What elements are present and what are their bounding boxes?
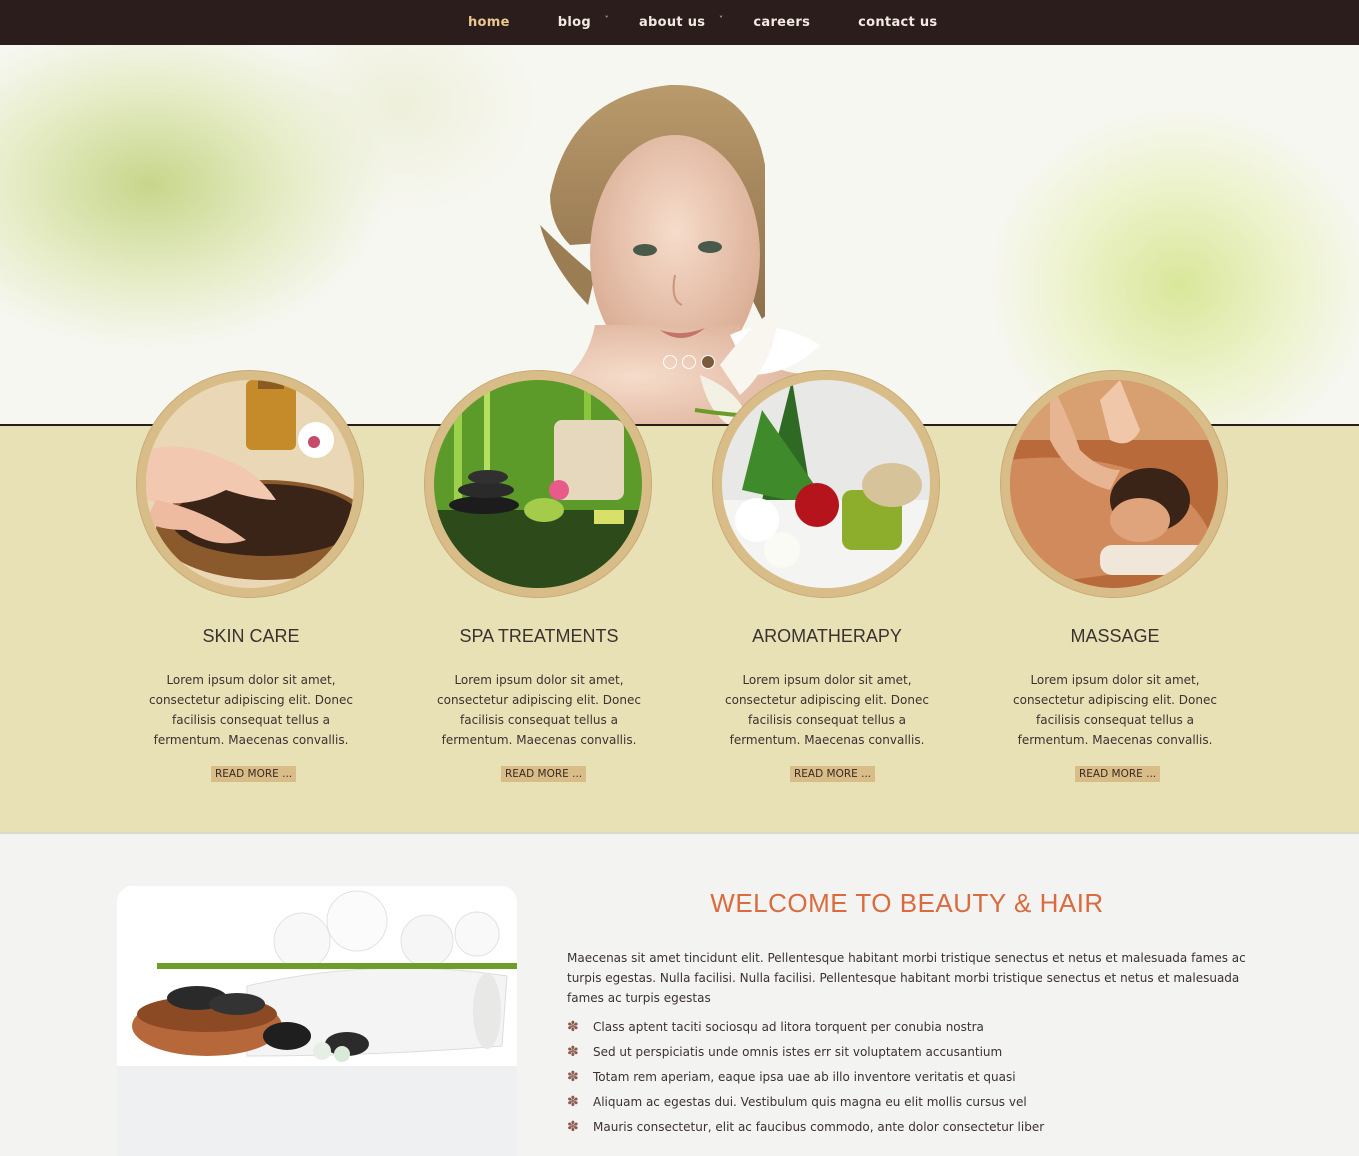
feature-image-frame bbox=[712, 370, 940, 598]
read-more-button[interactable]: READ MORE ... bbox=[790, 766, 876, 782]
feature-title: AROMATHERAPY bbox=[752, 626, 902, 646]
nav-item-contact-us[interactable]: contact us bbox=[834, 0, 961, 45]
top-navigation: home blog ˅ about us ˅ careers contact us bbox=[0, 0, 1359, 45]
flower-icon: ✽ bbox=[567, 1118, 579, 1135]
feature-text: Lorem ipsum dolor sit amet, consectetur … bbox=[437, 673, 641, 747]
nav-item-blog[interactable]: blog ˅ bbox=[534, 0, 615, 45]
feature-image-frame bbox=[1000, 370, 1228, 598]
slider-pagination bbox=[663, 355, 715, 369]
list-item: ✽ Totam rem aperiam, eaque ipsa uae ab il… bbox=[567, 1064, 1267, 1089]
feature-image-frame bbox=[136, 370, 364, 598]
welcome-bullet-list: ✽ Class aptent taciti sociosqu ad litora … bbox=[567, 1014, 1267, 1139]
feature-title: SKIN CARE bbox=[202, 626, 300, 646]
flower-icon: ✽ bbox=[567, 1093, 579, 1110]
list-item: ✽ Mauris consectetur, elit ac faucibus co… bbox=[567, 1114, 1267, 1139]
feature-title: SPA TREATMENTS bbox=[459, 626, 619, 646]
welcome-text: Maecenas sit amet tincidunt elit. Pellen… bbox=[567, 951, 1246, 1005]
feature-text: Lorem ipsum dolor sit amet, consectetur … bbox=[149, 673, 353, 747]
flower-icon: ✽ bbox=[567, 1043, 579, 1060]
list-item: ✽ Aliquam ac egestas dui. Vestibulum quis… bbox=[567, 1089, 1267, 1114]
nav-label: blog bbox=[557, 15, 591, 30]
bullet-text: Class aptent taciti sociosqu ad litora t… bbox=[593, 1019, 984, 1034]
feature-image-frame bbox=[424, 370, 652, 598]
nav-label: home bbox=[468, 15, 510, 30]
list-item: ✽ Class aptent taciti sociosqu ad litora … bbox=[567, 1014, 1267, 1039]
read-more-button[interactable]: READ MORE ... bbox=[1075, 766, 1161, 782]
bullet-text: Totam rem aperiam, eaque ipsa uae ab ill… bbox=[593, 1069, 1016, 1084]
read-more-button[interactable]: READ MORE ... bbox=[501, 766, 587, 782]
bullet-text: Aliquam ac egestas dui. Vestibulum quis … bbox=[593, 1094, 1027, 1109]
read-more-button[interactable]: READ MORE ... bbox=[211, 766, 297, 782]
spa-treatments-image bbox=[434, 380, 642, 588]
flower-icon: ✽ bbox=[567, 1068, 579, 1085]
list-item: ✽ Sed ut perspiciatis unde omnis istes er… bbox=[567, 1039, 1267, 1064]
feature-card-spa-treatments: SPA TREATMENTS Lorem ipsum dolor sit ame… bbox=[394, 370, 684, 790]
welcome-spa-image bbox=[117, 886, 517, 1156]
nav-item-home[interactable]: home bbox=[444, 0, 534, 45]
feature-text: Lorem ipsum dolor sit amet, consectetur … bbox=[725, 673, 929, 747]
aromatherapy-image bbox=[722, 380, 930, 588]
feature-text: Lorem ipsum dolor sit amet, consectetur … bbox=[1013, 673, 1217, 747]
feature-title: MASSAGE bbox=[1070, 626, 1160, 646]
caret-down-icon: ˅ bbox=[604, 15, 609, 24]
nav-label: about us bbox=[638, 15, 706, 30]
slider-dot-3[interactable] bbox=[701, 355, 715, 369]
bullet-text: Mauris consectetur, elit ac faucibus com… bbox=[593, 1119, 1045, 1134]
feature-card-aromatherapy: AROMATHERAPY Lorem ipsum dolor sit amet,… bbox=[682, 370, 972, 790]
nav-item-careers[interactable]: careers bbox=[729, 0, 834, 45]
nav-item-about-us[interactable]: about us ˅ bbox=[615, 0, 729, 45]
welcome-title: WELCOME TO BEAUTY & HAIR bbox=[710, 888, 1104, 918]
features-band-border bbox=[0, 832, 1359, 834]
nav-label: contact us bbox=[858, 15, 938, 30]
slider-dot-2[interactable] bbox=[682, 355, 696, 369]
feature-card-skin-care: SKIN CARE Lorem ipsum dolor sit amet, co… bbox=[106, 370, 396, 790]
slider-dot-1[interactable] bbox=[663, 355, 677, 369]
skin-care-image bbox=[146, 380, 354, 588]
nav-menu: home blog ˅ about us ˅ careers contact us bbox=[444, 0, 961, 45]
caret-down-icon: ˅ bbox=[719, 15, 724, 24]
hero-slider bbox=[0, 45, 1359, 426]
feature-card-massage: MASSAGE Lorem ipsum dolor sit amet, cons… bbox=[970, 370, 1260, 790]
massage-image bbox=[1010, 380, 1218, 588]
bullet-text: Sed ut perspiciatis unde omnis istes err… bbox=[593, 1044, 1003, 1059]
nav-label: careers bbox=[753, 15, 811, 30]
flower-icon: ✽ bbox=[567, 1018, 579, 1035]
